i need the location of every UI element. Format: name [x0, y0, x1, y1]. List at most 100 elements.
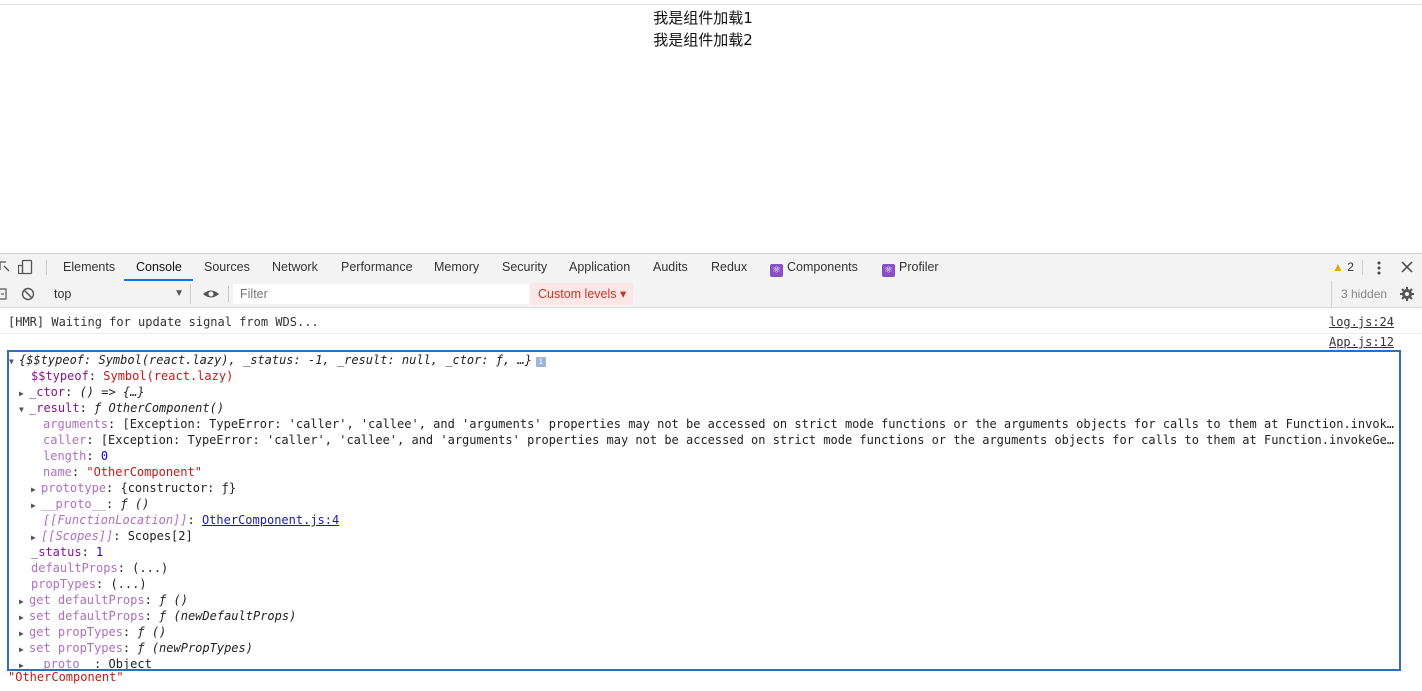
page-top-border: [0, 4, 1422, 5]
source-link-log[interactable]: log.js:24: [1329, 309, 1394, 335]
function-location-link[interactable]: OtherComponent.js:4: [202, 513, 339, 527]
prop-result[interactable]: ▼ _result: ƒ OtherComponent(): [19, 400, 224, 416]
prop-key: get defaultProps: [29, 593, 145, 607]
source-link-app[interactable]: App.js:12: [1329, 334, 1394, 350]
console-message-hmr: [HMR] Waiting for update signal from WDS…: [0, 309, 1422, 334]
expanded-triangle-icon[interactable]: ▼: [9, 354, 19, 370]
tab-redux[interactable]: Redux: [711, 254, 747, 281]
prop-get-proptypes[interactable]: ▶ get propTypes: ƒ (): [19, 624, 166, 640]
prop-value: {constructor: ƒ}: [120, 481, 237, 495]
prop-length: length: 0: [43, 449, 109, 463]
prop-key: $$typeof: [31, 369, 89, 383]
tab-profiler[interactable]: ⚛ Profiler: [882, 254, 939, 281]
prop-value: "OtherComponent": [86, 465, 202, 479]
tab-profiler-label: Profiler: [899, 260, 939, 274]
log-levels-dropdown[interactable]: Custom levels ▾: [531, 283, 634, 305]
filter-field[interactable]: [233, 284, 529, 304]
prop-function-proto[interactable]: ▶ __proto__: ƒ (): [31, 496, 149, 512]
close-icon[interactable]: [1400, 258, 1414, 276]
prop-prototype[interactable]: ▶ prototype: {constructor: ƒ}: [31, 480, 236, 496]
prop-status: _status: 1: [31, 545, 104, 559]
filter-input[interactable]: [233, 284, 520, 304]
prop-key: get propTypes: [29, 625, 123, 639]
prop-function-location: [[FunctionLocation]]: OtherComponent.js:…: [43, 513, 340, 527]
info-icon[interactable]: i: [535, 357, 546, 367]
prop-value: Symbol(react.lazy): [103, 369, 234, 383]
sidebar-toggle-icon[interactable]: [0, 286, 8, 304]
expanded-object-highlight: ▼ {$$typeof: Symbol(react.lazy), _status:…: [7, 350, 1401, 671]
chevron-down-icon: ▼: [174, 288, 184, 299]
tab-audits[interactable]: Audits: [653, 254, 688, 281]
warning-triangle-icon: ▲: [1332, 260, 1344, 274]
object-summary: {$$typeof: Symbol(react.lazy), _status: …: [19, 353, 532, 367]
prop-key: _ctor: [29, 385, 66, 399]
prop-key: name: [43, 465, 72, 479]
prop-defaultprops[interactable]: defaultProps: (...): [31, 560, 168, 576]
prop-key: set defaultProps: [29, 609, 145, 623]
prop-value: [Exception: TypeError: 'caller', 'callee…: [100, 433, 1397, 447]
tab-performance[interactable]: Performance: [341, 254, 413, 281]
react-logo-icon: ⚛: [770, 264, 783, 277]
tab-components[interactable]: ⚛ Components: [770, 254, 858, 281]
inspect-element-icon[interactable]: [0, 258, 10, 276]
prop-key: [[Scopes]]: [41, 529, 114, 543]
expanded-triangle-icon[interactable]: ▼: [19, 402, 29, 418]
prop-ctor[interactable]: ▶ _ctor: () => {…}: [19, 384, 145, 400]
toolbar-divider: [46, 260, 47, 275]
prop-value: ƒ (): [120, 497, 150, 511]
prop-key: _status: [31, 545, 82, 559]
prop-value: Object: [108, 657, 152, 671]
prop-set-proptypes[interactable]: ▶ set propTypes: ƒ (newPropTypes): [19, 640, 253, 656]
prop-value: Scopes[2]: [127, 529, 193, 543]
prop-key: arguments: [43, 417, 109, 431]
clear-console-icon[interactable]: [20, 286, 36, 304]
prop-key: [[FunctionLocation]]: [43, 513, 188, 527]
eye-icon[interactable]: [202, 286, 220, 304]
tab-security[interactable]: Security: [502, 254, 547, 281]
console-toolbar: top ▼ Custom levels ▾ 3 hidden: [0, 281, 1422, 308]
warnings-count: 2: [1347, 260, 1354, 274]
prop-value: ƒ OtherComponent(): [94, 401, 225, 415]
prop-arguments: arguments: [Exception: TypeError: 'calle…: [43, 416, 1397, 432]
prop-value: () => {…}: [79, 385, 145, 399]
tab-application[interactable]: Application: [569, 254, 630, 281]
prop-set-defaultprops[interactable]: ▶ set defaultProps: ƒ (newDefaultProps): [19, 608, 296, 624]
tab-network[interactable]: Network: [272, 254, 318, 281]
prop-get-defaultprops[interactable]: ▶ get defaultProps: ƒ (): [19, 592, 188, 608]
prop-key: set propTypes: [29, 641, 123, 655]
prop-key: __proto__: [41, 497, 107, 511]
collapsed-triangle-icon[interactable]: ▶: [31, 498, 41, 514]
context-value: top: [54, 287, 72, 301]
prop-value: 0: [100, 449, 109, 463]
tab-elements[interactable]: Elements: [63, 254, 115, 281]
prop-name: name: "OtherComponent": [43, 465, 202, 479]
prop-proptypes[interactable]: propTypes: (...): [31, 576, 147, 592]
tab-console[interactable]: Console: [136, 254, 182, 281]
prop-key: __proto__: [29, 657, 95, 671]
tab-sources[interactable]: Sources: [204, 254, 250, 281]
context-selector[interactable]: top ▼: [46, 284, 191, 304]
prop-key: propTypes: [31, 577, 97, 591]
prop-value: (...): [110, 577, 147, 591]
prop-object-proto[interactable]: ▶ __proto__: Object: [19, 656, 152, 671]
prop-key: length: [43, 449, 87, 463]
prop-value: (...): [132, 561, 169, 575]
prop-value: ƒ (newPropTypes): [137, 641, 253, 655]
react-logo-icon: ⚛: [882, 264, 895, 277]
vertical-ellipsis-icon[interactable]: [1374, 258, 1384, 276]
toolbar-divider: [228, 286, 229, 302]
console-message-text: [HMR] Waiting for update signal from WDS…: [8, 315, 319, 329]
tab-memory[interactable]: Memory: [434, 254, 479, 281]
gear-icon[interactable]: [1399, 285, 1415, 303]
devtools-tab-bar: Elements Console Sources Network Perform…: [0, 253, 1422, 282]
prop-value: ƒ (): [159, 593, 188, 607]
tab-components-label: Components: [787, 260, 858, 274]
prop-value: ƒ (newDefaultProps): [159, 609, 297, 623]
prop-caller: caller: [Exception: TypeError: 'caller',…: [43, 432, 1397, 448]
object-summary-row[interactable]: ▼ {$$typeof: Symbol(react.lazy), _status:…: [9, 352, 546, 368]
prop-scopes[interactable]: ▶ [[Scopes]]: Scopes[2]: [31, 528, 193, 544]
prop-typeof: $$typeof: Symbol(react.lazy): [31, 369, 234, 383]
device-toolbar-icon[interactable]: [17, 258, 34, 276]
warnings-counter[interactable]: ▲ 2: [1332, 254, 1354, 281]
console-result-string: "OtherComponent": [8, 670, 124, 684]
